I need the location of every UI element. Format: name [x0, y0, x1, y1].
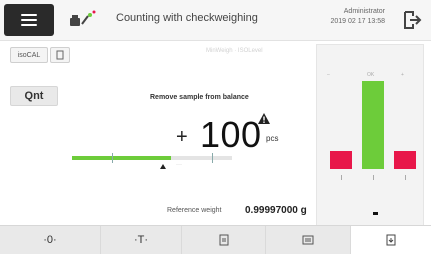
- progress-tick: [212, 153, 213, 163]
- weighing-panel: isoCAL MinWeigh · ISOLevel Qnt Remove sa…: [10, 44, 310, 224]
- document-icon: [56, 50, 64, 60]
- tare-button[interactable]: ·T·: [101, 226, 182, 254]
- quantity-mode-button[interactable]: Qnt: [10, 86, 58, 106]
- print-icon: [219, 234, 228, 246]
- bottom-toolbar: ·0· ·T·: [0, 225, 431, 254]
- isocal-chip[interactable]: isoCAL: [10, 47, 48, 63]
- user-name: Administrator: [343, 8, 385, 15]
- checkweigh-panel: – OK +: [316, 44, 424, 226]
- progress-track: [72, 153, 232, 163]
- app-title: Counting with checkweighing: [116, 12, 258, 24]
- export-button[interactable]: [351, 226, 431, 254]
- target-marker-icon: [160, 164, 166, 169]
- ok-bar: [362, 81, 384, 169]
- menu-button[interactable]: [4, 4, 54, 36]
- header-bar: Counting with checkweighing Administrato…: [0, 0, 431, 41]
- ok-label: OK: [367, 72, 375, 78]
- reference-weight-label: Reference weight: [167, 207, 222, 214]
- progress-fill: [72, 156, 172, 160]
- weight-value: 100: [200, 114, 262, 155]
- under-tick: [341, 175, 342, 180]
- weight-unit: pcs: [266, 134, 279, 143]
- over-label: +: [401, 72, 404, 78]
- ok-tick: [373, 175, 374, 180]
- logout-icon[interactable]: [401, 9, 423, 31]
- progress-tick: [112, 153, 113, 163]
- document-chip[interactable]: [50, 47, 70, 63]
- under-label: –: [327, 72, 330, 78]
- faded-status: MinWeigh · ISOLevel: [206, 48, 263, 54]
- under-bar: [330, 151, 352, 169]
- data-button[interactable]: [266, 226, 351, 254]
- export-icon: [386, 234, 396, 246]
- print-button[interactable]: [182, 226, 266, 254]
- progress-label: ···: [176, 162, 182, 168]
- over-bar: [394, 151, 416, 169]
- user-info: Administrator 2019 02 17 13:58: [331, 7, 386, 27]
- sign-indicator: +: [176, 126, 188, 148]
- instruction-text: Remove sample from balance: [150, 94, 249, 101]
- tare-icon: ·T·: [133, 234, 149, 246]
- date-time: 2019 02 17 13:58: [330, 18, 386, 25]
- zero-icon: ·0·: [43, 234, 57, 246]
- checkweighing-icon: [70, 10, 96, 26]
- zero-button[interactable]: ·0·: [0, 226, 101, 254]
- over-tick: [405, 175, 406, 180]
- data-icon: [302, 235, 314, 245]
- reference-weight-value: 0.99997000 g: [245, 205, 307, 216]
- hamburger-icon: [21, 14, 37, 26]
- position-marker: [373, 212, 378, 215]
